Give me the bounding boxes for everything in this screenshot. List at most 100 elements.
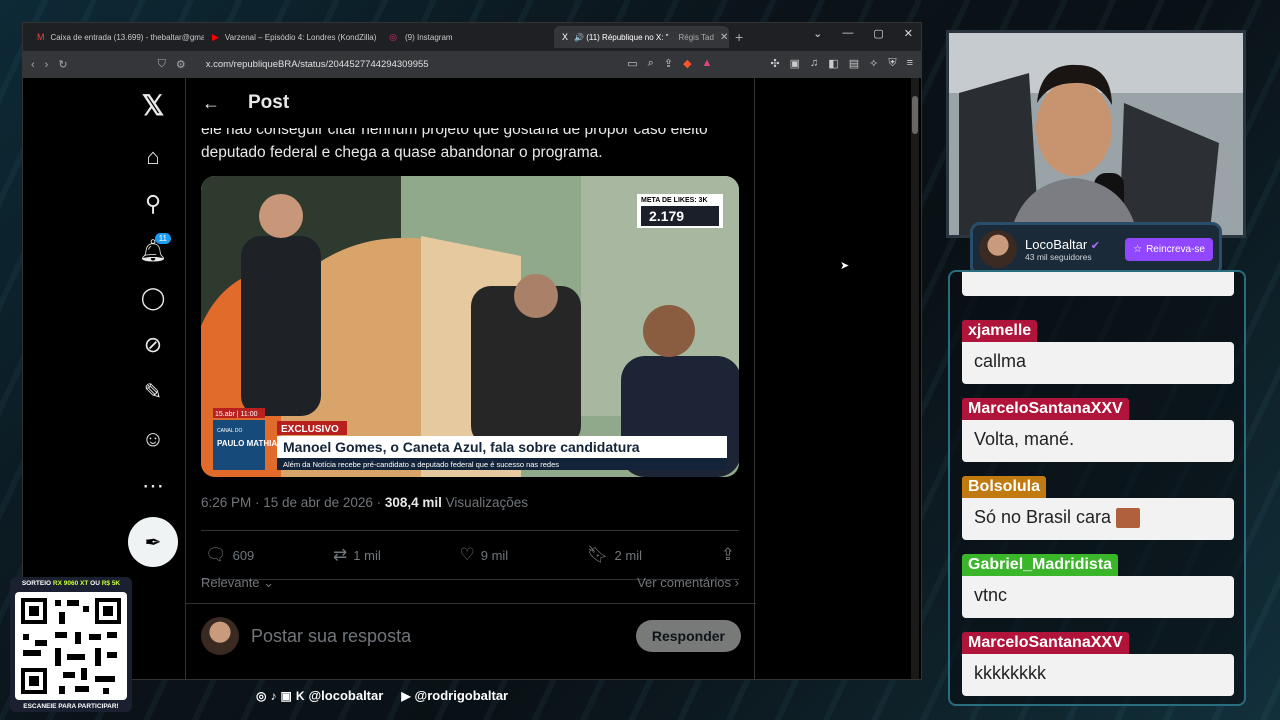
follower-count: 43 mil seguidores: [1025, 251, 1092, 262]
close-window-icon[interactable]: ✕: [904, 27, 913, 40]
wallet-icon[interactable]: ▤: [849, 57, 859, 70]
ai-icon[interactable]: ✧: [869, 57, 878, 70]
view-comments-link[interactable]: Ver comentários ›: [637, 575, 739, 591]
reply-button[interactable]: 🗨︎ 609: [205, 545, 254, 565]
minimize-icon[interactable]: —: [842, 27, 853, 40]
post-time: 6:26 PM · 15 de abr de 2026 ·: [201, 495, 385, 510]
close-tab-icon[interactable]: ✕: [720, 32, 728, 43]
channel-small: CANAL DO: [217, 428, 242, 434]
page-title: Post: [248, 92, 290, 113]
cast-icon[interactable]: ▭: [627, 57, 637, 70]
sort-dropdown[interactable]: Relevante ⌄: [201, 575, 274, 591]
exclusive-tag: EXCLUSIVO: [281, 424, 339, 435]
back-arrow-icon[interactable]: ‹: [31, 59, 35, 71]
chevron-down-icon[interactable]: ⌄: [813, 27, 822, 40]
bookmark-button[interactable]: 🔖︎ 2 mil: [587, 545, 642, 565]
chat-text: Só no Brasil cara: [974, 507, 1112, 527]
notifications-icon[interactable]: 🔔︎ 11: [133, 227, 173, 274]
grok-icon[interactable]: ⊘: [133, 321, 173, 368]
maximize-icon[interactable]: ▢: [873, 27, 883, 40]
share-icon: ⇪: [720, 545, 735, 564]
tab-gmail[interactable]: M Caixa de entrada (13.699) - thebaltar@g…: [29, 26, 204, 48]
back-arrow-icon[interactable]: ←: [202, 93, 220, 114]
chat-message: MarceloSantanaXXV Volta, mané.: [962, 398, 1234, 462]
channel-avatar: [979, 230, 1017, 268]
chat-username: MarceloSantanaXXV: [962, 398, 1129, 420]
chat-username: Gabriel_Madridista: [962, 554, 1119, 576]
likes-goal-label: META DE LIKES: 3K: [641, 197, 708, 204]
brave-shield-icon[interactable]: ◆: [683, 57, 691, 70]
compose-post-button[interactable]: ✒: [128, 517, 178, 567]
subscribe-button[interactable]: ☆ Reincreva-se: [1125, 237, 1213, 261]
home-icon[interactable]: ⌂: [133, 133, 173, 180]
bookmark-icon[interactable]: ⛉: [158, 58, 166, 71]
post-meta: 6:26 PM · 15 de abr de 2026 · 308,4 mil …: [201, 495, 528, 510]
tab-label: (9) Instagram: [405, 32, 453, 42]
channel-name: LocoBaltar ✔: [1025, 237, 1100, 252]
lists-icon[interactable]: ✎: [133, 368, 173, 415]
menu-icon[interactable]: ≡: [907, 57, 913, 70]
tab-youtube[interactable]: ▶ Varzenal – Episódio 4: Londres (KondZil…: [204, 26, 379, 48]
address-bar: ‹ › ↻ ⛉ ⚙ x.com/republiqueBRA/status/204…: [23, 51, 921, 78]
video-frame: META DE LIKES: 3K 2.179 15.abr | 11:00 C…: [201, 176, 739, 477]
chevron-right-icon: ›: [734, 575, 739, 590]
reply-count: 609: [232, 547, 255, 563]
giveaway-prize-alt: R$ 5K: [101, 580, 121, 587]
new-tab-button[interactable]: +: [735, 29, 743, 45]
likes-count: 2.179: [649, 208, 684, 224]
forward-arrow-icon[interactable]: ›: [45, 59, 49, 71]
tab-x-active[interactable]: X 🔊 (11) République no X: " Régis Tad ✕: [554, 26, 729, 48]
search-icon[interactable]: ⚲: [133, 180, 173, 227]
scrollbar[interactable]: [911, 78, 919, 679]
chat-text-wrap: Só no Brasil cara: [962, 498, 1234, 540]
reply-input[interactable]: Postar sua resposta: [251, 626, 411, 647]
sort-label: Relevante: [201, 575, 260, 590]
repost-button[interactable]: ⇄ 1 mil: [333, 545, 381, 565]
vpn-icon[interactable]: ⛨: [888, 57, 896, 70]
tab-bar: M Caixa de entrada (13.699) - thebaltar@g…: [23, 23, 921, 51]
chat-overlay: xjamelle callma MarceloSantanaXXV Volta,…: [948, 270, 1246, 706]
sort-row: Relevante ⌄ Ver comentários ›: [201, 575, 739, 591]
heart-icon: ♡: [459, 545, 475, 564]
tab-label: 🔊 (11) République no X: ": [574, 32, 669, 42]
tab-instagram[interactable]: ◎ (9) Instagram: [379, 26, 554, 48]
social-handle-b: ▶ @rodrigobaltar: [401, 688, 508, 703]
reply-submit-button[interactable]: Responder: [635, 620, 741, 652]
chat-text: Volta, mané.: [962, 420, 1234, 462]
chat-message: xjamelle callma: [962, 320, 1234, 384]
rewards-icon[interactable]: ▲: [702, 57, 713, 70]
handle-text: @locobaltar: [308, 688, 384, 703]
sidebar-icon[interactable]: ◧: [828, 57, 838, 70]
giveaway-qr-panel: SORTEIO RX 9060 XT OU R$ 5K ESCANEIE PAR…: [10, 577, 132, 712]
reply-icon: 🗨︎: [205, 545, 227, 564]
extensions-icon[interactable]: ✣: [770, 57, 779, 70]
x-logo-icon[interactable]: 𝕏: [133, 78, 173, 133]
chat-username: Bolsolula: [962, 476, 1047, 498]
profile-icon[interactable]: ☺: [133, 415, 173, 462]
share-button[interactable]: ⇪: [721, 545, 735, 565]
webcam-image: [949, 33, 1243, 235]
social-handles: ◎ ♪ ▣ K @locobaltar ▶ @rodrigobaltar: [256, 688, 508, 703]
screenshot-icon[interactable]: ▣: [790, 57, 800, 70]
scrollbar-thumb[interactable]: [912, 96, 918, 134]
bookmark-count: 2 mil: [614, 547, 642, 563]
music-icon[interactable]: ♫: [810, 57, 818, 70]
gmail-icon: M: [37, 32, 45, 42]
giveaway-cta: ESCANEIE PARA PARTICIPAR!: [23, 703, 119, 710]
tweet-video[interactable]: META DE LIKES: 3K 2.179 15.abr | 11:00 C…: [201, 176, 739, 477]
more-icon[interactable]: ⋯: [133, 462, 173, 509]
chat-text: callma: [962, 342, 1234, 384]
url-field[interactable]: x.com/republiqueBRA/status/2044527744294…: [206, 59, 429, 70]
twitch-icon: ▣: [280, 689, 292, 703]
site-settings-icon[interactable]: ⚙: [176, 58, 186, 71]
date-tag: 15.abr | 11:00: [215, 411, 258, 418]
browser-window: M Caixa de entrada (13.699) - thebaltar@g…: [22, 22, 922, 680]
messages-icon[interactable]: ◯: [133, 274, 173, 321]
reload-icon[interactable]: ↻: [58, 58, 67, 71]
like-button[interactable]: ♡ 9 mil: [460, 545, 509, 565]
qr-code[interactable]: [15, 592, 127, 700]
giveaway-prize: RX 9060 XT: [52, 580, 89, 587]
x-icon: X: [562, 32, 569, 42]
share-icon[interactable]: ⇪: [664, 57, 673, 70]
zoom-icon[interactable]: ⌕: [648, 57, 654, 70]
